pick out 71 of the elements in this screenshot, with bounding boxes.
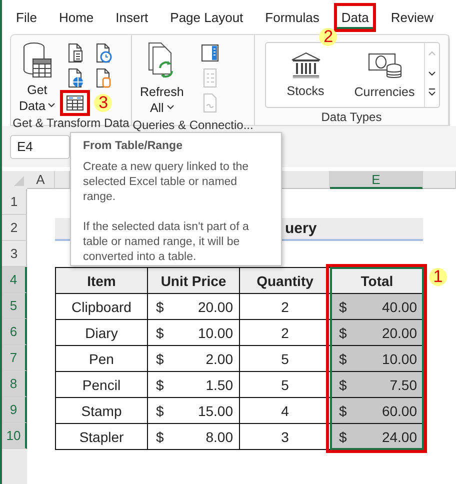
currency-symbol: $ <box>156 298 164 314</box>
text-file-icon[interactable] <box>66 42 84 62</box>
panel-icon[interactable] <box>200 44 219 62</box>
data-type-button[interactable]: Currencies <box>345 43 424 107</box>
data-type-button[interactable]: Stocks <box>266 43 345 107</box>
row-header[interactable]: 2 <box>2 215 27 241</box>
column-heading: Quantity <box>239 267 331 294</box>
tooltip-title: From Table/Range <box>83 139 184 154</box>
group-label: Data Types <box>320 110 383 125</box>
row-header[interactable]: 7 <box>2 345 27 371</box>
amount-text: 7.50 <box>390 376 417 392</box>
amount-text: 2.00 <box>206 350 233 366</box>
tooltip-text: Create a new query linked to the selected Excel table or named range. <box>83 160 250 205</box>
row-header[interactable]: 8 <box>2 371 27 397</box>
row-header[interactable]: 3 <box>2 241 27 267</box>
currency-symbol: $ <box>156 428 164 444</box>
ribbon-tab[interactable]: Data <box>337 6 373 28</box>
currency-symbol: $ <box>156 402 164 418</box>
amount-text: 1.50 <box>206 376 233 392</box>
row-header[interactable]: 5 <box>2 293 27 319</box>
currency-symbol: $ <box>339 298 347 314</box>
clock-file-icon[interactable] <box>94 42 112 62</box>
column-header[interactable]: E <box>330 171 423 189</box>
ribbon-tab[interactable]: Review <box>386 6 438 28</box>
callout-number: 3 <box>94 94 112 112</box>
row-header[interactable]: 10 <box>2 423 27 449</box>
amount-text: 40.00 <box>382 298 417 314</box>
currency-symbol: $ <box>339 428 347 444</box>
web-file-icon[interactable] <box>66 68 84 88</box>
amount-text: 20.00 <box>382 324 417 340</box>
column-header[interactable]: A <box>27 171 55 189</box>
ribbon-tab[interactable]: Formulas <box>261 6 324 28</box>
currency-symbol: $ <box>156 376 164 392</box>
amount-text: 15.00 <box>198 402 233 418</box>
get-data-button[interactable]: Get Data <box>17 40 58 116</box>
group-label: Get & Transform Data <box>12 116 130 130</box>
amount-text: 24.00 <box>382 428 417 444</box>
caret-icon[interactable] <box>48 102 56 108</box>
currency-symbol: $ <box>339 376 347 392</box>
amount-text: 20.00 <box>198 298 233 314</box>
money-coins-icon <box>368 51 402 79</box>
amount-text: 10.00 <box>198 324 233 340</box>
currency-symbol: $ <box>339 402 347 418</box>
row-header[interactable]: 4 <box>2 267 27 293</box>
ribbon-tab[interactable]: File <box>12 6 41 28</box>
currency-symbol: $ <box>339 324 347 340</box>
ribbon-tab[interactable]: Page Layout <box>166 6 248 28</box>
callout-number: 2 <box>319 28 338 46</box>
row-header[interactable]: 6 <box>2 319 27 345</box>
amount-text: 8.00 <box>206 428 233 444</box>
currency-symbol: $ <box>156 324 164 340</box>
group-label: Queries & Connectio... <box>132 118 254 132</box>
column-heading: Item <box>55 267 148 294</box>
currency-symbol: $ <box>339 350 347 366</box>
row-header[interactable]: 1 <box>2 189 27 215</box>
name-box[interactable]: E4 <box>10 134 70 158</box>
amount-text: 10.00 <box>382 350 417 366</box>
database-file-icon[interactable] <box>94 68 112 88</box>
ribbon-tab[interactable]: Insert <box>112 6 152 28</box>
caret-icon[interactable] <box>166 104 174 110</box>
database-icon[interactable] <box>22 42 52 80</box>
bank-icon <box>290 52 320 78</box>
amount-text: 60.00 <box>382 402 417 418</box>
table-cell: Stapler <box>55 423 148 450</box>
callout-number: 1 <box>429 268 447 286</box>
row-header-strip <box>2 449 27 484</box>
row-header[interactable]: 9 <box>2 397 27 423</box>
column-heading: Unit Price <box>147 267 240 294</box>
refresh-all-button[interactable]: Refresh All <box>138 40 186 118</box>
currency-symbol: $ <box>156 350 164 366</box>
ribbon-tab[interactable]: Home <box>54 6 98 28</box>
